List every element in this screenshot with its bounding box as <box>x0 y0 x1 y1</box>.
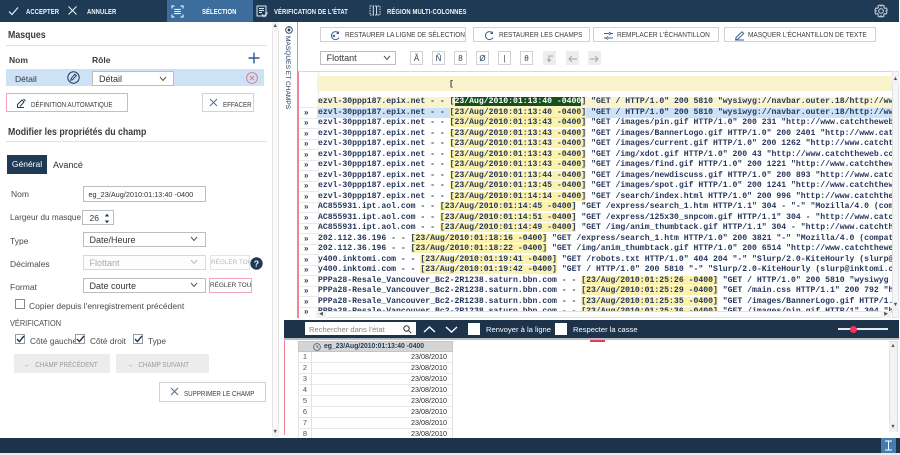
svg-text:?: ? <box>254 258 259 268</box>
